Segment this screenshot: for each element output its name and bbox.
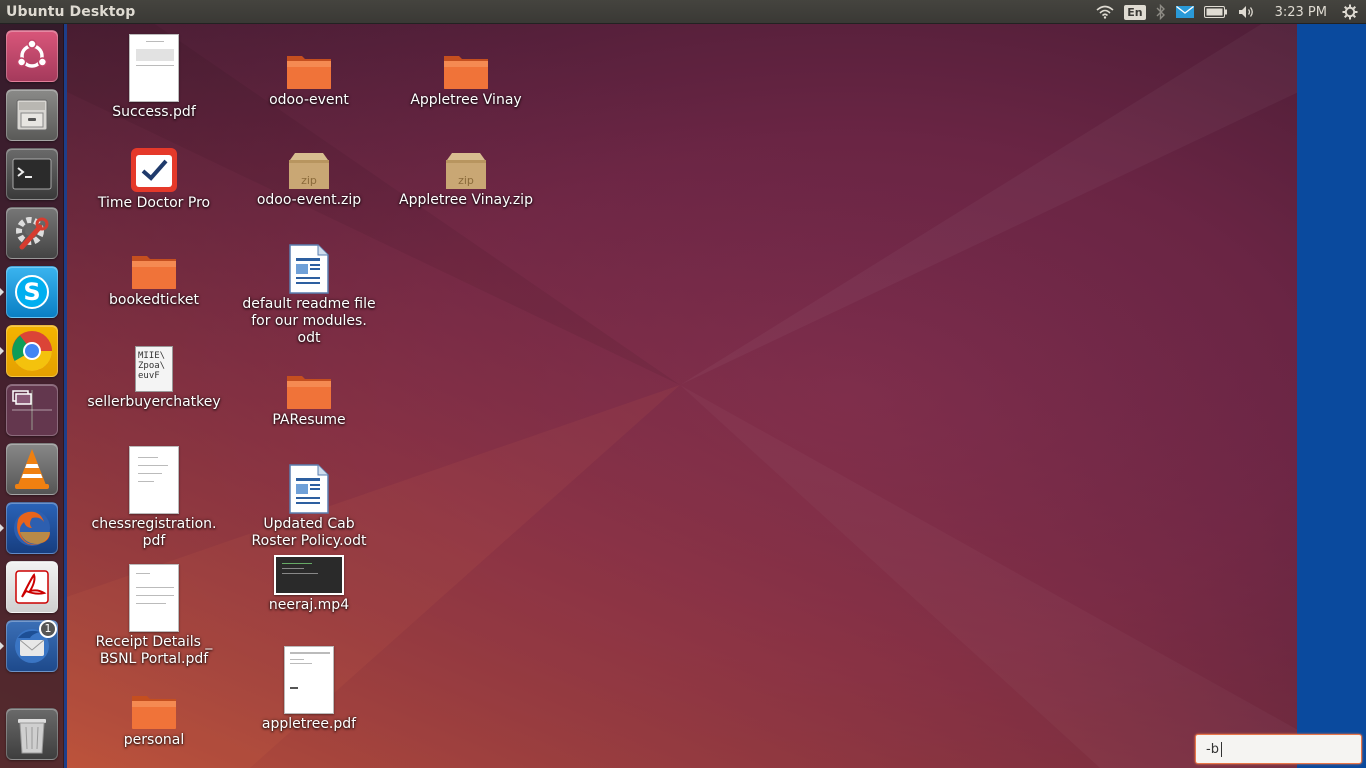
launcher-files[interactable]: [6, 89, 58, 141]
zip-archive-icon: zip: [287, 152, 331, 190]
text-file-icon: MIIE\ Zpoa\ euvF: [135, 346, 173, 392]
video-thumbnail-icon: [274, 555, 344, 595]
desktop-icon-odoo-event-zip[interactable]: zip odoo-event.zip: [229, 152, 389, 209]
desktop-icon-label: Receipt Details _ BSNL Portal.pdf: [95, 634, 213, 667]
terminal-icon: [12, 158, 52, 190]
desktop-icon-time-doctor-pro[interactable]: Time Doctor Pro: [74, 147, 234, 212]
ubuntu-logo-icon: [16, 39, 48, 68]
acrobat-icon: [15, 570, 49, 604]
desktop-icon-label: Appletree Vinay.zip: [399, 192, 533, 208]
desktop-icon-label: default readme file for our modules. odt: [242, 296, 376, 346]
file-cabinet-icon: [16, 99, 48, 131]
desktop-icon-updated-cab-roster-odt[interactable]: Updated Cab Roster Policy.odt: [229, 464, 389, 550]
launcher-dash-home[interactable]: [6, 30, 58, 82]
desktop-icon-appletree-vinay-zip[interactable]: zip Appletree Vinay.zip: [386, 152, 546, 209]
desktop-icon-label: Success.pdf: [112, 104, 196, 120]
launcher-workspace-switcher[interactable]: [6, 384, 58, 436]
desktop-icon-odoo-event[interactable]: odoo-event: [229, 52, 389, 109]
keyboard-layout-label: En: [1124, 4, 1146, 20]
workspace-icon: [12, 390, 52, 430]
pdf-file-icon: [129, 446, 179, 514]
desktop-icon-appletree-pdf[interactable]: appletree.pdf: [229, 646, 389, 733]
desktop-icon-label: Appletree Vinay: [410, 92, 522, 108]
window-edge-strip: [1297, 24, 1366, 768]
time-doctor-icon: [130, 147, 178, 193]
desktop-icon-chessregistration-pdf[interactable]: chessregistration. pdf: [74, 446, 234, 550]
desktop-icon-label: chessregistration. pdf: [91, 516, 217, 549]
clock[interactable]: 3:23 PM: [1275, 5, 1327, 20]
desktop-icon-default-readme-odt[interactable]: default readme file for our modules. odt: [229, 244, 389, 347]
trash-icon: [18, 719, 46, 754]
desktop-icon-label: neeraj.mp4: [268, 597, 350, 613]
svg-text:S: S: [23, 278, 40, 306]
launcher-firefox[interactable]: [6, 502, 58, 554]
text-caret: [1220, 741, 1222, 757]
firefox-icon: [14, 510, 50, 546]
running-indicator: [0, 288, 4, 296]
skype-icon: S: [15, 275, 49, 309]
desktop-icon-label: bookedticket: [109, 292, 199, 308]
desktop-icon-personal[interactable]: personal: [74, 692, 234, 749]
window-title: Ubuntu Desktop: [6, 3, 136, 20]
zip-archive-icon: zip: [444, 152, 488, 190]
odt-document-icon: [288, 464, 330, 514]
indicator-area: En 3:23 PM: [1091, 0, 1366, 24]
folder-icon: [286, 372, 332, 410]
desktop-icon-label: sellerbuyerchatkey: [87, 394, 221, 410]
rename-input-value: -b: [1206, 741, 1219, 757]
rename-input[interactable]: -b: [1195, 734, 1362, 764]
folder-icon: [443, 52, 489, 90]
battery-icon[interactable]: [1203, 0, 1228, 24]
launcher-adobe-reader[interactable]: [6, 561, 58, 613]
launcher-chrome[interactable]: [6, 325, 58, 377]
desktop-icon-label: Updated Cab Roster Policy.odt: [251, 516, 367, 549]
session-gear-icon[interactable]: [1342, 0, 1358, 24]
desktop-icon-neeraj-mp4[interactable]: neeraj.mp4: [229, 555, 389, 614]
wifi-icon[interactable]: [1096, 0, 1114, 24]
folder-icon: [131, 692, 177, 730]
desktop-icon-label: PAResume: [272, 412, 346, 428]
keyboard-layout-indicator[interactable]: En: [1124, 0, 1146, 24]
desktop-icon-label: odoo-event.zip: [256, 192, 362, 208]
desktop-icon-paresume[interactable]: PAResume: [229, 372, 389, 429]
top-panel: Ubuntu Desktop En 3:23 PM: [0, 0, 1366, 24]
settings-wrench-icon: [16, 217, 49, 250]
folder-icon: [131, 252, 177, 290]
desktop-icon-label: appletree.pdf: [261, 716, 357, 732]
volume-icon[interactable]: [1238, 0, 1256, 24]
unread-badge: 1: [39, 620, 57, 638]
mail-icon[interactable]: [1175, 0, 1194, 24]
launcher-terminal[interactable]: [6, 148, 58, 200]
running-indicator: [0, 642, 4, 650]
desktop-icon-bookedticket[interactable]: bookedticket: [74, 252, 234, 309]
odt-document-icon: [288, 244, 330, 294]
desktop-icon-label: personal: [123, 732, 185, 748]
folder-icon: [286, 52, 332, 90]
desktop-icon-label: Time Doctor Pro: [97, 195, 211, 211]
launcher-system-settings[interactable]: [6, 207, 58, 259]
desktop-icon-sellerbuyerchatkey[interactable]: MIIE\ Zpoa\ euvF sellerbuyerchatkey: [74, 346, 234, 411]
launcher-trash[interactable]: [6, 708, 58, 760]
launcher-vlc[interactable]: [6, 443, 58, 495]
pdf-file-icon: [284, 646, 334, 714]
pdf-file-icon: [129, 34, 179, 102]
desktop-icon-success-pdf[interactable]: Success.pdf: [74, 34, 234, 121]
running-indicator: [0, 347, 4, 355]
desktop-icon-receipt-details-bsnl[interactable]: Receipt Details _ BSNL Portal.pdf: [74, 564, 234, 668]
launcher-skype[interactable]: S: [6, 266, 58, 318]
vlc-cone-icon: [15, 449, 49, 489]
pdf-file-icon: [129, 564, 179, 632]
desktop-icon-appletree-vinay[interactable]: Appletree Vinay: [386, 52, 546, 109]
running-indicator: [0, 524, 4, 532]
launcher: S 1: [0, 24, 64, 768]
bluetooth-icon[interactable]: [1156, 0, 1166, 24]
launcher-edge: [64, 24, 67, 768]
desktop-icon-label: odoo-event: [269, 92, 349, 108]
chrome-icon: [12, 331, 52, 371]
